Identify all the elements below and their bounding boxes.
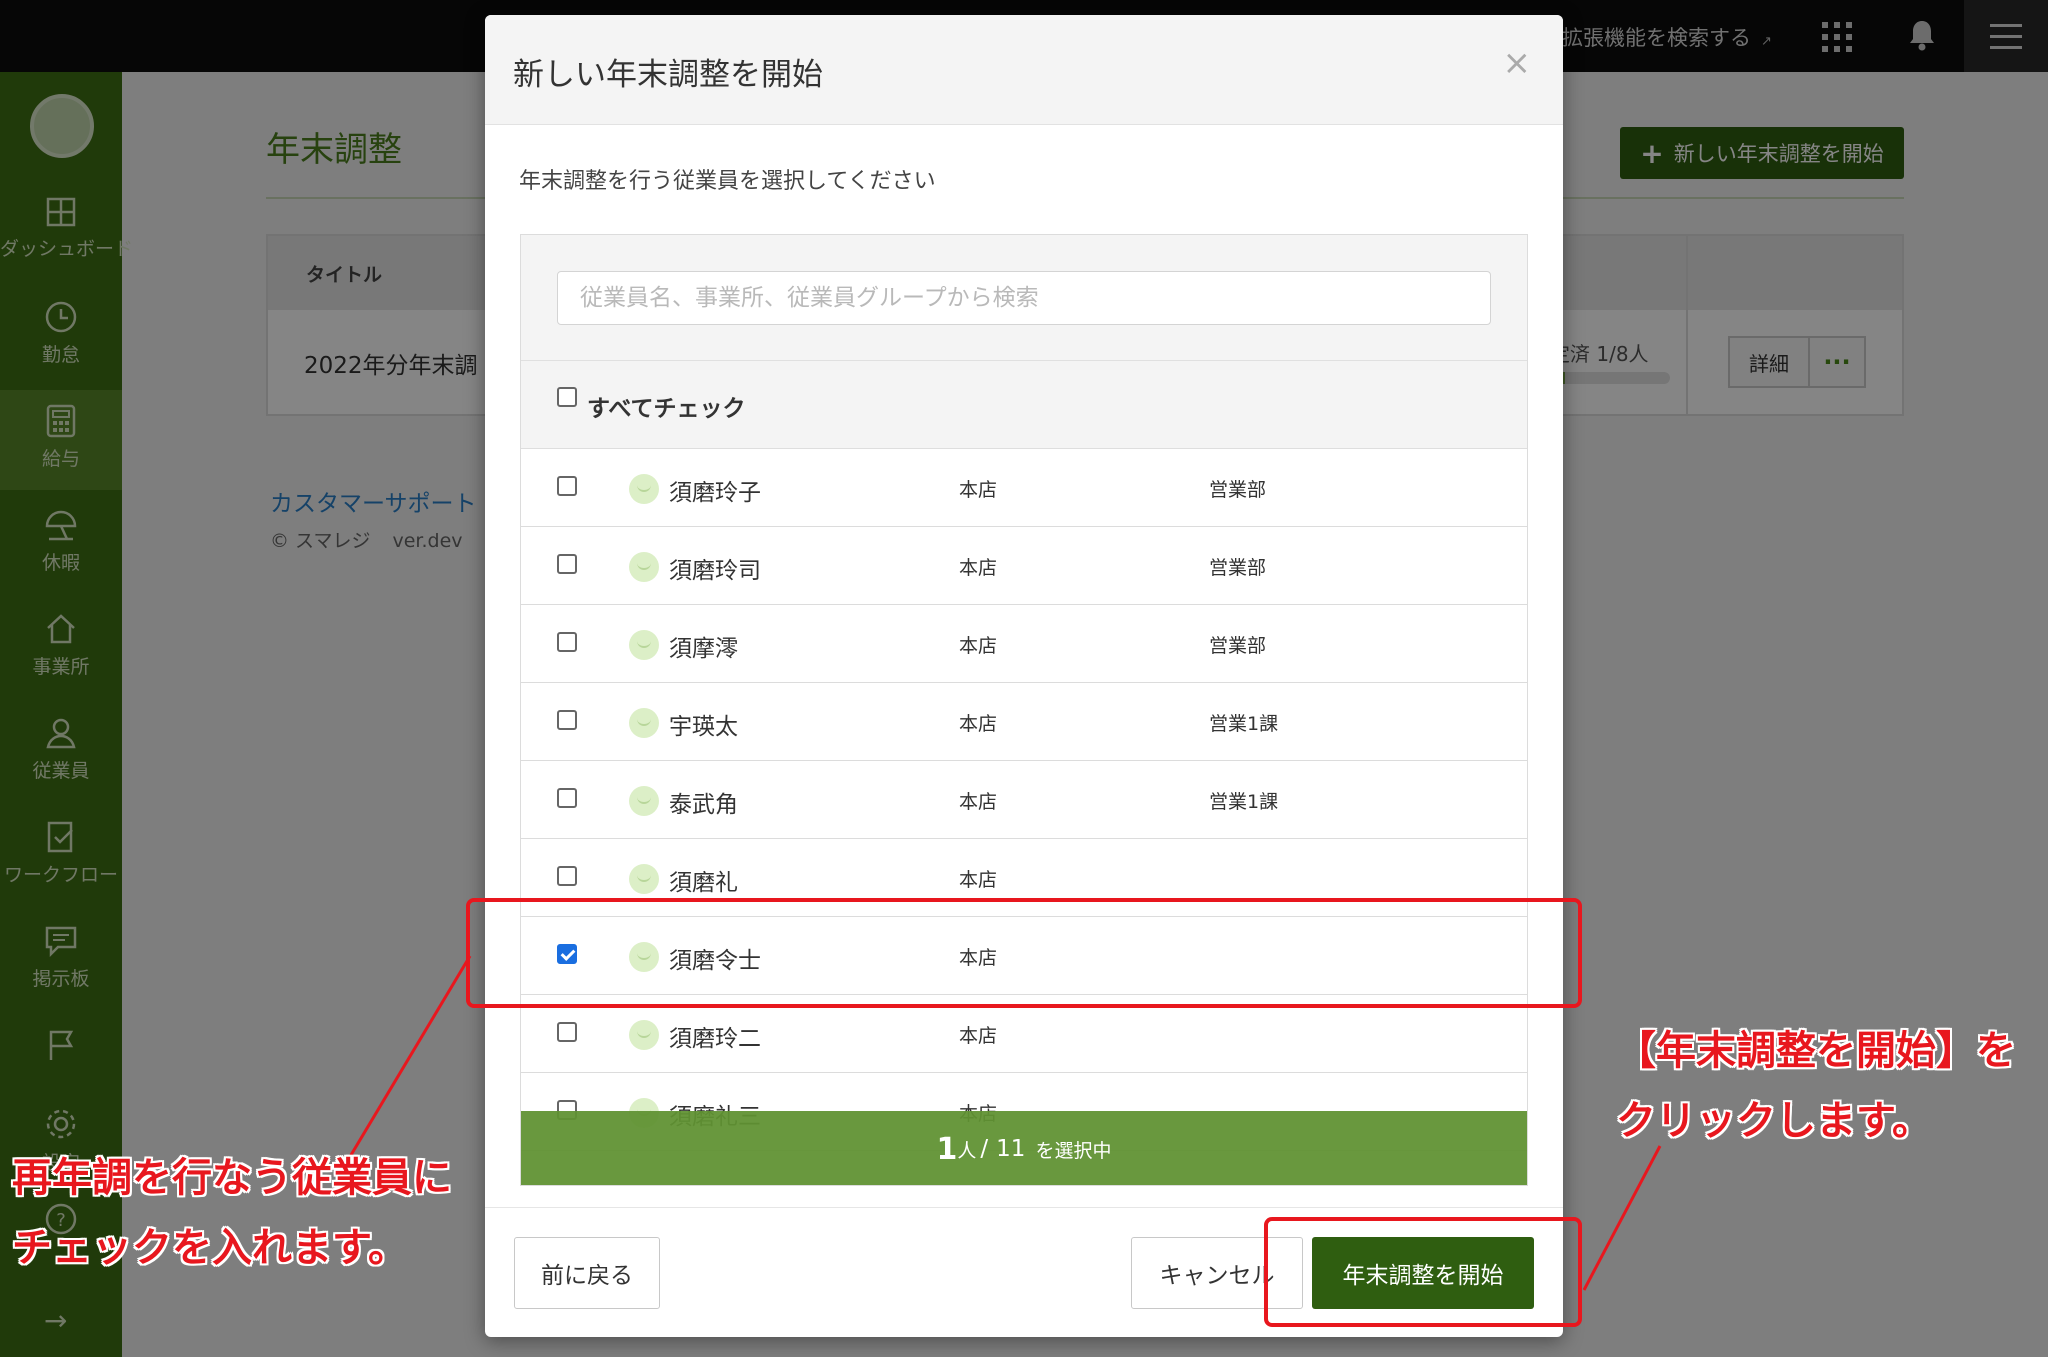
- employee-name: 須磨玲二: [669, 1026, 761, 1052]
- check-all-checkbox[interactable]: [557, 387, 577, 407]
- employee-avatar-icon: [629, 552, 659, 582]
- employee-department: 営業部: [1209, 635, 1267, 657]
- employee-name: 須磨玲子: [669, 480, 761, 506]
- employee-search-input[interactable]: [557, 271, 1491, 325]
- annotation-left: 再年調を行なう従業員に チェックを入れます。: [12, 1158, 452, 1298]
- employee-office: 本店: [959, 791, 998, 813]
- highlight-start-button: [1264, 1217, 1582, 1327]
- total-count: 11: [996, 1136, 1026, 1162]
- check-all-row[interactable]: すべてチェック: [521, 361, 1527, 449]
- search-area: [521, 235, 1527, 361]
- employee-avatar-icon: [629, 786, 659, 816]
- employee-department: 営業部: [1209, 479, 1267, 501]
- employee-row[interactable]: 須摩澪 本店 営業部: [521, 605, 1527, 683]
- modal-header: 新しい年末調整を開始 ×: [485, 15, 1563, 125]
- employee-name: 須摩澪: [669, 636, 738, 662]
- employee-row[interactable]: 宇瑛太 本店 営業1課: [521, 683, 1527, 761]
- employee-row[interactable]: 泰武角 本店 営業1課: [521, 761, 1527, 839]
- annotation-right-line2: クリックします。: [1616, 1098, 1932, 1144]
- check-all-label: すべてチェック: [587, 396, 746, 422]
- employee-office: 本店: [959, 1025, 998, 1047]
- employee-list: すべてチェック 須磨玲子本店営業部須磨玲司本店営業部須摩澪本店営業部宇瑛太本店営…: [520, 234, 1528, 1186]
- employee-checkbox[interactable]: [557, 632, 577, 652]
- employee-checkbox[interactable]: [557, 866, 577, 886]
- employee-checkbox[interactable]: [557, 554, 577, 574]
- employee-office: 本店: [959, 479, 998, 501]
- employee-avatar-icon: [629, 864, 659, 894]
- selected-count: 1: [936, 1131, 958, 1167]
- employee-name: 須磨玲司: [669, 558, 761, 584]
- employee-office: 本店: [959, 713, 998, 735]
- employee-avatar-icon: [629, 474, 659, 504]
- selection-slash: /: [980, 1136, 989, 1162]
- back-button[interactable]: 前に戻る: [514, 1237, 660, 1309]
- modal-instruction: 年末調整を行う従業員を選択してください: [519, 169, 936, 194]
- selected-unit: 人: [957, 1139, 977, 1162]
- employee-avatar-icon: [629, 708, 659, 738]
- highlight-checked-row: [466, 898, 1582, 1008]
- employee-row[interactable]: 須磨玲司 本店 営業部: [521, 527, 1527, 605]
- employee-department: 営業1課: [1209, 713, 1279, 735]
- employee-checkbox[interactable]: [557, 710, 577, 730]
- employee-department: 営業1課: [1209, 791, 1279, 813]
- employee-row[interactable]: 須磨玲子 本店 営業部: [521, 449, 1527, 527]
- employee-department: 営業部: [1209, 557, 1267, 579]
- annotation-left-line1: 再年調を行なう従業員に: [12, 1155, 452, 1201]
- close-icon[interactable]: ×: [1503, 43, 1532, 83]
- employee-checkbox[interactable]: [557, 788, 577, 808]
- modal-footer-divider: [485, 1207, 1563, 1208]
- annotation-left-line2: チェックを入れます。: [12, 1225, 408, 1271]
- new-adjustment-modal: 新しい年末調整を開始 × 年末調整を行う従業員を選択してください すべてチェック…: [485, 15, 1563, 1337]
- employee-office: 本店: [959, 557, 998, 579]
- selection-suffix: を選択中: [1035, 1139, 1112, 1162]
- employee-office: 本店: [959, 869, 998, 891]
- employee-checkbox[interactable]: [557, 1022, 577, 1042]
- employee-checkbox[interactable]: [557, 476, 577, 496]
- employee-office: 本店: [959, 635, 998, 657]
- annotation-right-line1: 【年末調整を開始】を: [1616, 1028, 2016, 1074]
- annotation-right: 【年末調整を開始】を クリックします。: [1616, 1031, 2016, 1171]
- selection-count-bar: 1 人 / 11 を選択中: [521, 1111, 1527, 1185]
- employee-avatar-icon: [629, 1020, 659, 1050]
- employee-name: 須磨礼: [669, 870, 738, 896]
- employee-name: 泰武角: [669, 792, 738, 818]
- employee-name: 宇瑛太: [669, 714, 738, 740]
- employee-avatar-icon: [629, 630, 659, 660]
- modal-title: 新しい年末調整を開始: [513, 57, 823, 93]
